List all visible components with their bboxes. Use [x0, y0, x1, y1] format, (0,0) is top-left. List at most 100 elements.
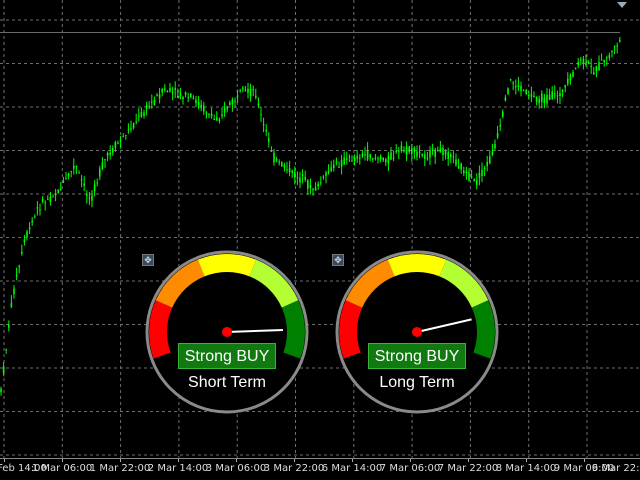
candle-body	[502, 111, 504, 117]
candle-body	[47, 198, 49, 200]
candle-body	[317, 183, 319, 187]
candle-body	[585, 62, 587, 66]
candle-body	[457, 166, 460, 169]
time-tick	[294, 459, 295, 462]
candle-body	[104, 159, 106, 161]
candle-body	[379, 156, 382, 160]
candle-body	[405, 146, 408, 155]
candle-body	[421, 153, 423, 156]
candle-body	[218, 119, 221, 122]
candle-body	[486, 162, 488, 166]
candle-body	[567, 78, 569, 84]
candle-body	[312, 188, 314, 190]
candle-body	[122, 136, 124, 138]
candle-body	[554, 93, 556, 95]
candle-body	[564, 85, 566, 88]
candle-body	[551, 91, 553, 99]
candle-body	[109, 152, 111, 155]
candle-body	[470, 176, 473, 178]
candle-body	[361, 153, 364, 157]
candle-body	[213, 119, 215, 121]
time-tick	[352, 459, 353, 462]
time-tick	[4, 459, 5, 462]
time-tick	[584, 459, 585, 462]
candle-body	[320, 182, 322, 184]
candle-body	[273, 152, 275, 163]
time-tick-label: 6 Mar 14:00	[321, 463, 383, 474]
candle-body	[580, 59, 582, 61]
candle-body	[296, 177, 299, 179]
candle-body	[34, 216, 36, 218]
candle-body	[340, 159, 343, 167]
candle-body	[242, 87, 244, 89]
candle-body	[548, 94, 551, 100]
time-tick-label: 1 Mar 22:00	[89, 463, 151, 474]
candle-body	[26, 231, 28, 237]
candle-body	[49, 196, 52, 203]
gauge-pivot	[412, 327, 422, 337]
candle-body	[286, 169, 288, 171]
candle-body	[572, 72, 574, 77]
candle-body	[288, 168, 291, 173]
candle-body	[582, 58, 585, 64]
candle-body	[325, 172, 327, 176]
candle-body	[91, 195, 93, 201]
candle-body	[10, 302, 13, 308]
price-chart[interactable]	[0, 0, 640, 458]
candle-body	[52, 196, 54, 198]
candle-body	[468, 171, 470, 181]
candle-body	[62, 180, 65, 183]
candle-body	[86, 193, 88, 196]
candle-body	[23, 239, 26, 243]
candle-body	[460, 163, 462, 170]
candle-body	[60, 188, 62, 190]
candle-body	[262, 124, 265, 126]
candle-body	[509, 79, 512, 81]
candle-body	[411, 147, 413, 155]
candle-body	[351, 160, 353, 162]
candle-body	[125, 134, 127, 136]
candle-body	[530, 94, 533, 97]
candle-body	[431, 148, 434, 150]
candle-body	[127, 129, 130, 131]
time-axis: 29 Feb 14:001 Mar 06:001 Mar 22:002 Mar …	[0, 458, 640, 480]
candle-body	[106, 152, 109, 156]
candle-body	[255, 95, 257, 98]
time-tick	[62, 459, 63, 462]
candle-body	[166, 90, 169, 93]
candle-body	[561, 90, 564, 92]
candle-body	[247, 88, 249, 93]
candle-body	[278, 161, 280, 163]
candle-body	[283, 165, 286, 168]
candle-body	[483, 167, 486, 170]
time-tick	[120, 459, 121, 462]
candle-body	[197, 101, 200, 106]
candle-body	[203, 105, 205, 112]
candle-body	[21, 252, 23, 254]
candle-body	[8, 324, 10, 328]
candle-body	[507, 88, 509, 94]
candle-body	[239, 90, 241, 92]
candle-body	[257, 103, 260, 106]
candle-body	[444, 151, 447, 155]
candle-body	[171, 92, 174, 94]
time-tick-label: 7 Mar 22:00	[437, 463, 499, 474]
candle-body	[307, 180, 309, 189]
candle-body	[226, 106, 228, 109]
candle-body	[36, 207, 39, 209]
candle-body	[338, 166, 340, 168]
candle-body	[520, 86, 522, 91]
candle-body	[434, 149, 436, 157]
candle-body	[455, 159, 457, 165]
time-tick	[178, 459, 179, 462]
candle-body	[13, 288, 15, 295]
candle-body	[190, 93, 192, 97]
candle-body	[335, 161, 338, 163]
candle-body	[169, 88, 171, 92]
candle-body	[330, 167, 332, 172]
candle-body	[528, 94, 530, 96]
candle-body	[174, 88, 176, 91]
candle-body	[15, 275, 18, 277]
candle-body	[517, 84, 520, 88]
candle-body	[593, 72, 595, 75]
